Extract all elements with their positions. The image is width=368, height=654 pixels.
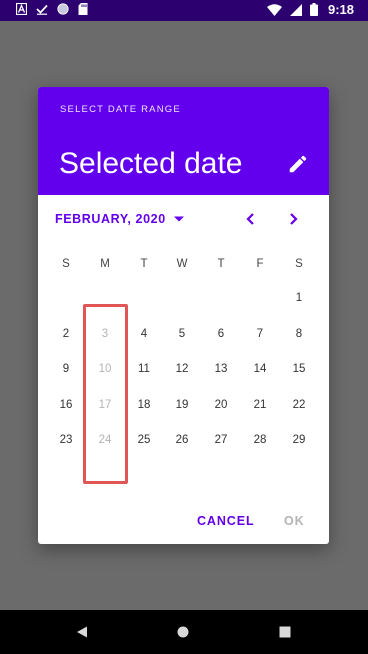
calendar-day[interactable]: 1 xyxy=(284,292,314,304)
wifi-icon xyxy=(266,3,282,16)
weekday-label: M xyxy=(100,258,110,270)
calendar-day[interactable]: 23 xyxy=(51,434,81,446)
back-icon[interactable] xyxy=(76,626,88,638)
selected-date-title: Selected date xyxy=(59,147,243,180)
calendar-day[interactable]: 12 xyxy=(167,363,197,375)
calendar-day[interactable]: 13 xyxy=(206,363,236,375)
cellular-icon xyxy=(289,3,302,16)
triangle-down-icon[interactable] xyxy=(173,213,185,225)
weekday-label: W xyxy=(176,258,188,270)
calendar-day[interactable]: 21 xyxy=(245,399,275,411)
calendar-day[interactable]: 15 xyxy=(284,363,314,375)
header-label: SELECT DATE RANGE xyxy=(60,104,181,115)
date-range-picker-dialog: SELECT DATE RANGE Selected date FEBRUARY… xyxy=(38,87,329,544)
disabled-mondays-highlight xyxy=(83,304,128,484)
calendar-day[interactable]: 6 xyxy=(206,328,236,340)
a-notification-icon xyxy=(16,3,27,15)
calendar-day[interactable]: 14 xyxy=(245,363,275,375)
navigation-bar xyxy=(0,610,368,654)
calendar-day[interactable]: 16 xyxy=(51,399,81,411)
status-notifications xyxy=(16,3,88,15)
calendar-day[interactable]: 2 xyxy=(51,328,81,340)
dialog-header: SELECT DATE RANGE Selected date xyxy=(38,87,329,195)
calendar-day[interactable]: 25 xyxy=(129,434,159,446)
calendar-day[interactable]: 27 xyxy=(206,434,236,446)
home-icon[interactable] xyxy=(177,626,189,638)
calendar-day[interactable]: 4 xyxy=(129,328,159,340)
weekday-label: T xyxy=(140,258,148,270)
calendar-day[interactable]: 5 xyxy=(167,328,197,340)
chevron-right-icon[interactable] xyxy=(285,211,301,227)
check-notification-icon xyxy=(36,4,48,15)
battery-icon xyxy=(309,3,318,16)
weekday-label: S xyxy=(295,258,303,270)
status-system: 9:18 xyxy=(266,2,354,17)
month-year-selector[interactable]: FEBRUARY, 2020 xyxy=(55,212,166,226)
cancel-button[interactable]: CANCEL xyxy=(197,514,254,528)
calendar-day[interactable]: 8 xyxy=(284,328,314,340)
calendar-day[interactable]: 19 xyxy=(167,399,197,411)
ok-button[interactable]: OK xyxy=(284,514,305,528)
calendar-day[interactable]: 20 xyxy=(206,399,236,411)
circle-notification-icon xyxy=(57,3,69,15)
pencil-icon[interactable] xyxy=(287,153,309,175)
calendar-day[interactable]: 11 xyxy=(129,363,159,375)
recents-icon[interactable] xyxy=(279,626,291,638)
month-navigation: FEBRUARY, 2020 xyxy=(38,195,329,243)
status-time: 9:18 xyxy=(327,2,354,17)
calendar-day[interactable]: 29 xyxy=(284,434,314,446)
calendar-day[interactable]: 7 xyxy=(245,328,275,340)
calendar-day[interactable]: 18 xyxy=(129,399,159,411)
calendar-day[interactable]: 28 xyxy=(245,434,275,446)
calendar-day[interactable]: 9 xyxy=(51,363,81,375)
calendar-day[interactable]: 22 xyxy=(284,399,314,411)
weekday-label: T xyxy=(217,258,225,270)
weekday-label: F xyxy=(256,258,264,270)
calendar-day[interactable]: 26 xyxy=(167,434,197,446)
chevron-left-icon[interactable] xyxy=(243,211,259,227)
sd-card-icon xyxy=(78,3,88,15)
weekday-label: S xyxy=(62,258,70,270)
status-bar: 9:18 xyxy=(0,0,368,21)
